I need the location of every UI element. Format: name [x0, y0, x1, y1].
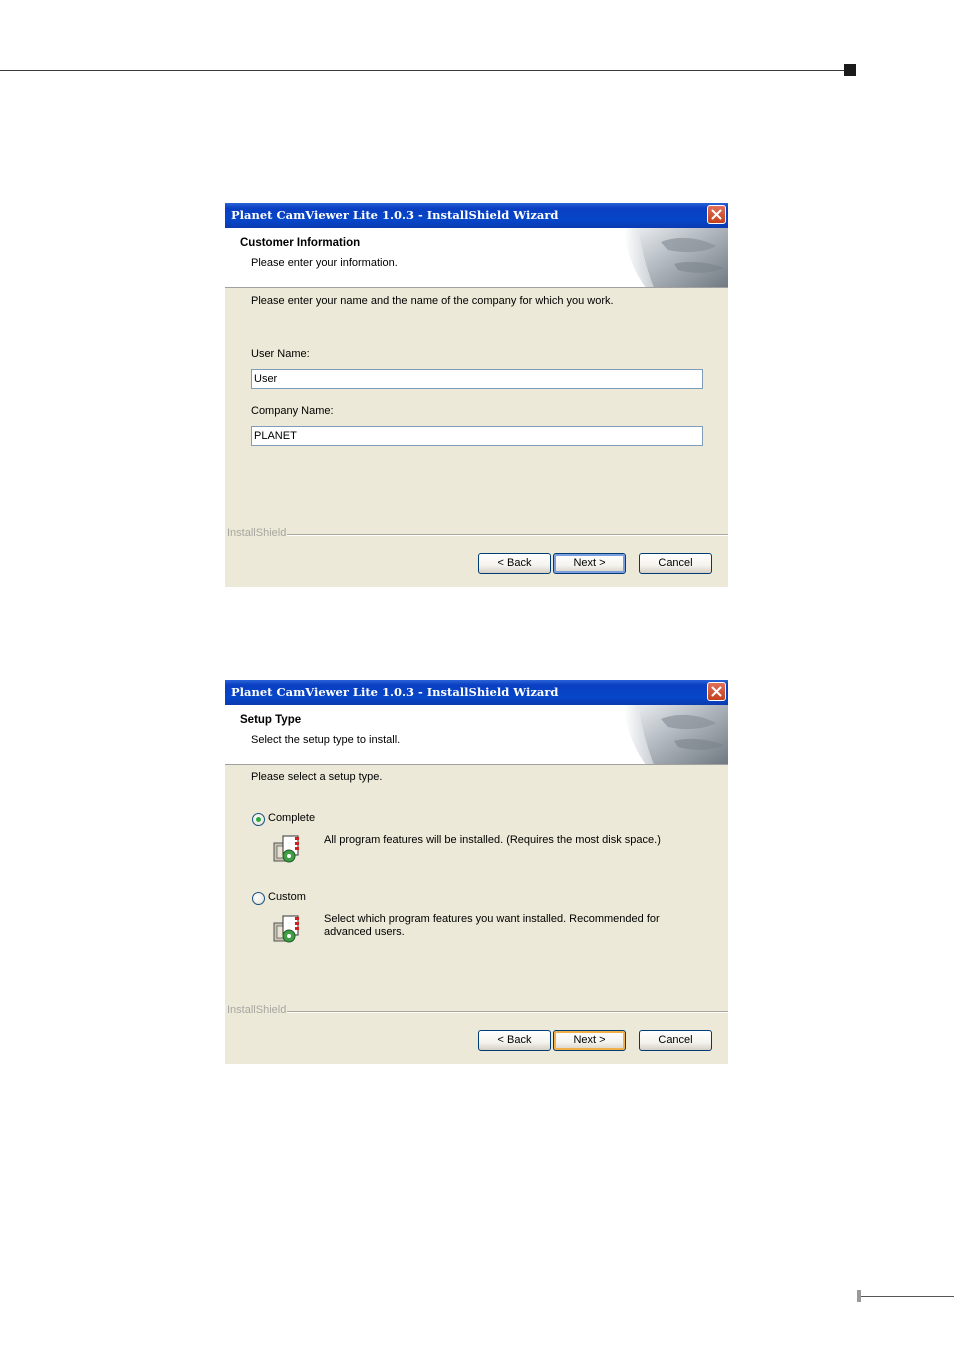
wizard-header: Customer Information Please enter your i… [225, 228, 728, 288]
instruction-text: Please enter your name and the name of t… [251, 295, 614, 307]
header-title: Setup Type [240, 714, 302, 726]
install-package-icon [273, 835, 299, 863]
custom-option-description-line2: advanced users. [324, 926, 405, 938]
window-title: Planet CamViewer Lite 1.0.3 - InstallShi… [231, 685, 559, 699]
cancel-button[interactable]: Cancel [639, 553, 712, 574]
bottom-rule [860, 1296, 954, 1297]
window-title: Planet CamViewer Lite 1.0.3 - InstallShi… [231, 208, 559, 222]
title-bar[interactable]: Planet CamViewer Lite 1.0.3 - InstallShi… [225, 680, 728, 705]
header-subtitle: Select the setup type to install. [251, 734, 401, 746]
customer-info-dialog: Planet CamViewer Lite 1.0.3 - InstallShi… [225, 203, 728, 587]
instruction-text: Please select a setup type. [251, 771, 383, 783]
top-square-marker [844, 64, 856, 76]
radio-selected-dot [256, 817, 261, 822]
page-curl-graphic [624, 228, 728, 287]
complete-option-description: All program features will be installed. … [324, 834, 661, 846]
user-name-field[interactable]: User [251, 369, 703, 389]
back-button[interactable]: < Back [478, 1030, 551, 1051]
user-name-label: User Name: [251, 348, 310, 360]
custom-option-label[interactable]: Custom [268, 891, 306, 903]
bottom-tick-marker [857, 1290, 861, 1302]
close-x-icon [711, 209, 722, 220]
header-subtitle: Please enter your information. [251, 257, 398, 269]
next-button[interactable]: Next > [553, 1030, 626, 1051]
installshield-label: InstallShield [227, 1004, 287, 1016]
title-bar[interactable]: Planet CamViewer Lite 1.0.3 - InstallShi… [225, 203, 728, 228]
complete-option-label[interactable]: Complete [268, 812, 315, 824]
custom-option-description: Select which program features you want i… [324, 913, 660, 925]
close-x-icon [711, 686, 722, 697]
company-name-label: Company Name: [251, 405, 334, 417]
complete-radio[interactable] [252, 813, 265, 826]
installshield-label: InstallShield [227, 527, 287, 539]
close-button[interactable] [707, 205, 726, 224]
setup-type-dialog: Planet CamViewer Lite 1.0.3 - InstallShi… [225, 680, 728, 1064]
close-button[interactable] [707, 682, 726, 701]
installshield-divider [287, 1011, 728, 1013]
next-button[interactable]: Next > [553, 553, 626, 574]
page-curl-graphic [624, 705, 728, 764]
cancel-button[interactable]: Cancel [639, 1030, 712, 1051]
company-name-field[interactable]: PLANET [251, 426, 703, 446]
custom-radio[interactable] [252, 892, 265, 905]
install-package-icon [273, 915, 299, 943]
top-rule [0, 70, 848, 71]
wizard-header: Setup Type Select the setup type to inst… [225, 705, 728, 765]
installshield-divider [287, 534, 728, 536]
back-button[interactable]: < Back [478, 553, 551, 574]
header-title: Customer Information [240, 237, 361, 249]
